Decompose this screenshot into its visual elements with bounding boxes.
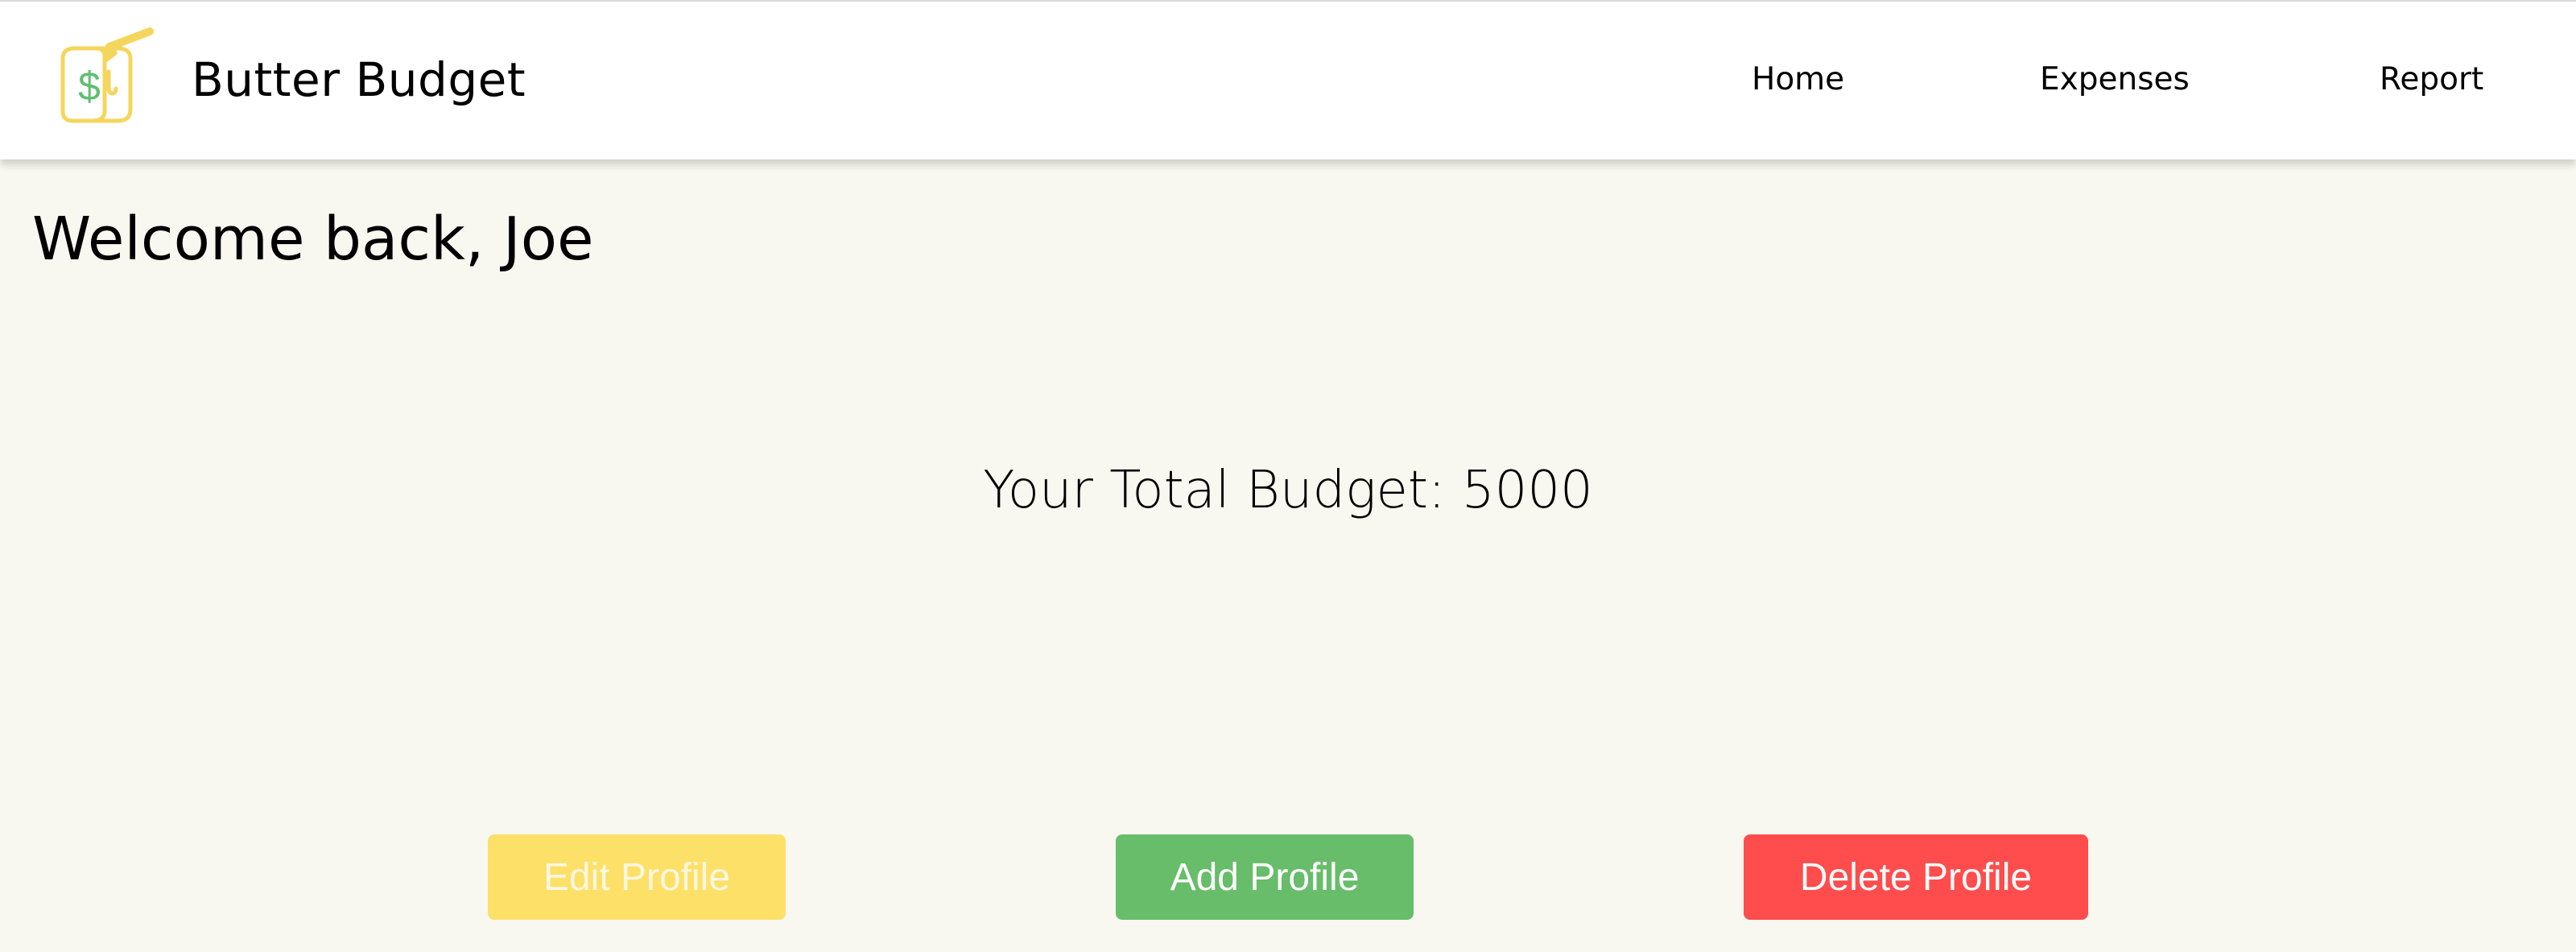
profile-dashboard: Welcome back, Joe Your Total Budget: 500… bbox=[0, 159, 2576, 952]
nav-report-link[interactable]: Report bbox=[2380, 61, 2483, 97]
total-budget-text: Your Total Budget: 5000 bbox=[983, 461, 1593, 520]
nav-expenses-link[interactable]: Expenses bbox=[2040, 61, 2190, 97]
svg-text:$: $ bbox=[78, 64, 101, 109]
butter-dollar-logo-icon: $ bbox=[60, 27, 154, 123]
top-navbar: $ Butter Budget Home Expenses Report bbox=[0, 0, 2576, 159]
add-profile-button[interactable]: Add Profile bbox=[1116, 834, 1414, 920]
nav-home-link[interactable]: Home bbox=[1752, 61, 1844, 97]
app-title: Butter Budget bbox=[192, 52, 526, 107]
welcome-heading: Welcome back, Joe bbox=[32, 205, 594, 274]
delete-profile-button[interactable]: Delete Profile bbox=[1744, 834, 2088, 920]
edit-profile-button[interactable]: Edit Profile bbox=[488, 834, 786, 920]
brand[interactable]: $ Butter Budget bbox=[47, 19, 526, 140]
